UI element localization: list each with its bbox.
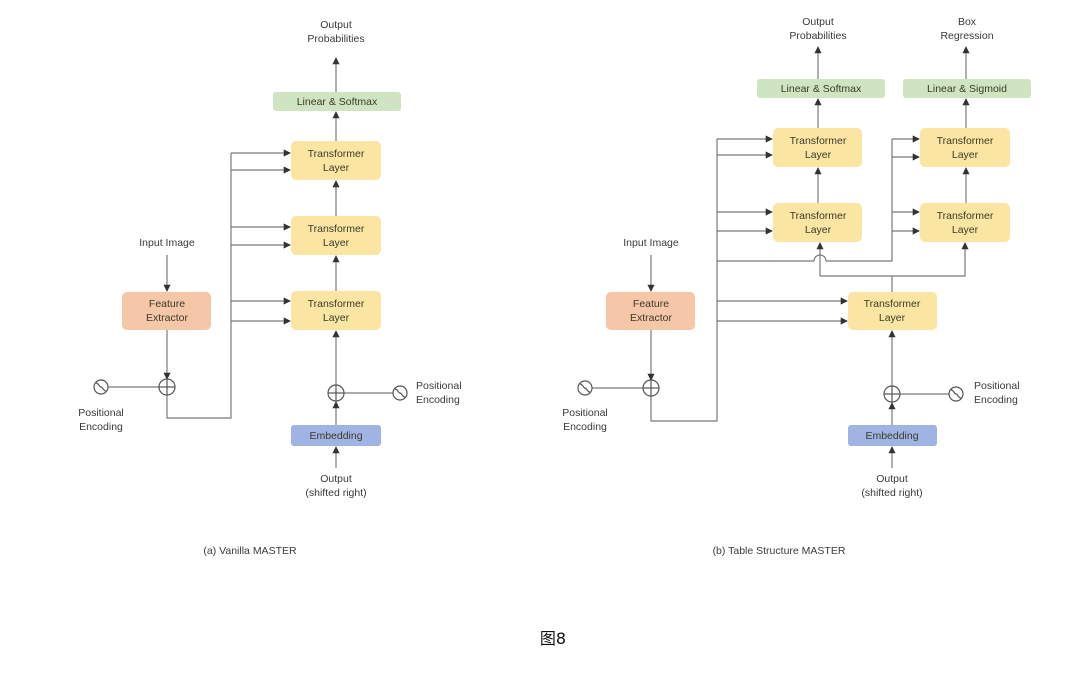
output-probabilities-label-2: Probabilities [307,33,364,45]
box-regression-label-2: Regression [940,30,993,42]
figure-number-label: 图8 [540,629,566,648]
structure-transformer-layer-2 [773,203,862,242]
positional-encoding-right-label-2: Encoding [974,394,1018,406]
structure-transformer-layer-1 [773,128,862,167]
transformer-layer-2 [291,216,381,255]
add-icon [158,378,176,396]
add-icon [327,384,345,402]
memory-bus [166,153,232,419]
input-image-label: Input Image [139,237,195,249]
transformer-layer-3-label-2: Layer [323,312,350,324]
structure-tl1-label: Transformer [790,135,847,147]
panel-a-vanilla-master: Output Probabilities Linear & Softmax Tr… [78,19,461,557]
transformer-layer-3-label: Transformer [308,298,365,310]
feature-extractor-label-2: Extractor [630,312,673,324]
shifted-output-label: Output [320,473,352,485]
architecture-figure: Output Probabilities Linear & Softmax Tr… [78,16,1031,648]
sine-wave-icon [577,380,593,396]
positional-encoding-left-label: Positional [78,407,124,419]
bbox-transformer-layer-2 [920,203,1010,242]
add-icon [883,385,901,403]
transformer-layer-1 [291,141,381,180]
sine-wave-icon [93,379,109,395]
embedding-label: Embedding [309,430,362,442]
linear-sigmoid-label: Linear & Sigmoid [927,83,1007,95]
transformer-layer-1-label-2: Layer [323,162,350,174]
feature-extractor-label: Feature [633,298,669,310]
feature-extractor-label-2: Extractor [146,312,189,324]
structure-tl2-label: Transformer [790,210,847,222]
panel-b-table-structure-master: Output Probabilities Box Regression Line… [562,16,1031,557]
shared-tl-label: Transformer [864,298,921,310]
transformer-layer-3 [291,291,381,330]
panel-b-caption: (b) Table Structure MASTER [713,545,846,557]
bbox-tl2-label: Transformer [937,210,994,222]
feature-extractor-label: Feature [149,298,185,310]
output-probabilities-label-2: Probabilities [789,30,846,42]
shifted-output-label-2: (shifted right) [305,487,366,499]
structure-tl1-label-2: Layer [805,149,832,161]
add-icon [642,379,660,397]
positional-encoding-left-label: Positional [562,407,608,419]
positional-encoding-right-label: Positional [416,380,462,392]
sine-wave-icon [392,385,408,401]
positional-encoding-left-label-2: Encoding [79,421,123,433]
transformer-layer-1-label: Transformer [308,148,365,160]
positional-encoding-right-label: Positional [974,380,1020,392]
arrow-split-to-bbox [892,242,969,277]
output-probabilities-label: Output [320,19,352,31]
bbox-tl2-label-2: Layer [952,224,979,236]
bbox-tl1-label: Transformer [937,135,994,147]
linear-softmax-label: Linear & Softmax [781,83,862,95]
embedding-label: Embedding [865,430,918,442]
shifted-output-label-2: (shifted right) [861,487,922,499]
split-wire [820,275,893,292]
positional-encoding-right-label-2: Encoding [416,394,460,406]
transformer-layer-2-label: Transformer [308,223,365,235]
output-probabilities-label: Output [802,16,834,28]
structure-tl2-label-2: Layer [805,224,832,236]
positional-encoding-left-label-2: Encoding [563,421,607,433]
box-regression-label: Box [958,16,977,28]
bbox-transformer-layer-1 [920,128,1010,167]
panel-a-caption: (a) Vanilla MASTER [203,545,297,557]
linear-softmax-label: Linear & Softmax [297,96,378,108]
shifted-output-label: Output [876,473,908,485]
sine-wave-icon [948,386,964,402]
shared-tl-label-2: Layer [879,312,906,324]
bbox-tl1-label-2: Layer [952,149,979,161]
transformer-layer-2-label-2: Layer [323,237,350,249]
input-image-label: Input Image [623,237,679,249]
memory-bus [650,139,718,422]
